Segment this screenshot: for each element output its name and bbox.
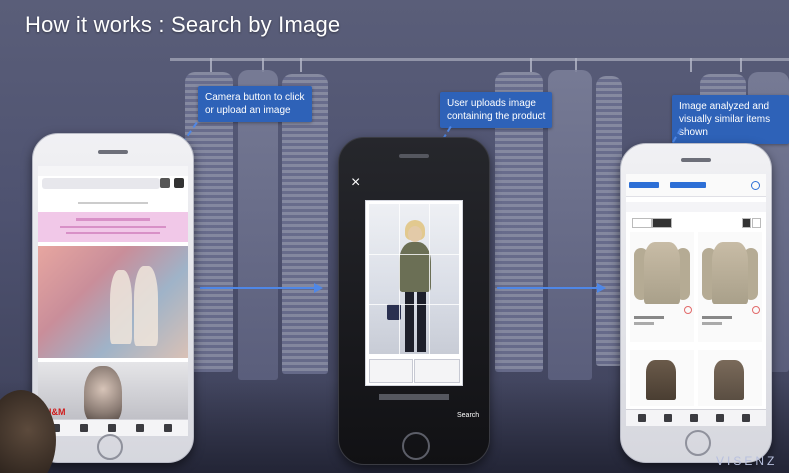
hanger-hook <box>740 58 742 72</box>
back-button[interactable] <box>629 182 659 188</box>
crop-option-button[interactable] <box>414 359 460 383</box>
portrait-face <box>84 366 122 424</box>
heart-icon[interactable] <box>752 306 760 314</box>
person-jacket <box>399 242 431 292</box>
brand-logo-text: VISENZ <box>716 454 778 468</box>
filter-bar[interactable] <box>626 202 766 212</box>
product-card[interactable] <box>630 232 694 342</box>
callout-user-uploads: User uploads image containing the produc… <box>440 92 553 128</box>
slide: How it works : Search by Image Camera bu… <box>0 0 789 473</box>
results-header <box>626 174 766 197</box>
more-icon[interactable] <box>742 414 750 422</box>
search-link[interactable]: Search <box>457 412 479 419</box>
product-price <box>634 322 654 325</box>
crop-grid-line <box>369 304 459 305</box>
home-icon[interactable] <box>638 414 646 422</box>
crop-grid-line <box>429 204 430 354</box>
callout-line: Image analyzed and <box>679 101 770 112</box>
person-head <box>408 226 422 242</box>
hanger-hook <box>210 58 212 72</box>
crop-grid-line <box>399 204 400 354</box>
callout-line: or upload an image <box>205 105 291 116</box>
results-title <box>670 182 706 188</box>
flow-arrow-head <box>597 283 606 293</box>
list-view-icon[interactable] <box>752 218 761 228</box>
camera-icon[interactable] <box>174 178 184 188</box>
search-bar[interactable] <box>42 178 160 189</box>
background-shirt <box>548 70 592 380</box>
phone-results <box>620 143 772 463</box>
status-bar <box>38 166 188 176</box>
promo-banner-text <box>76 218 150 221</box>
phone-home-button[interactable] <box>97 434 123 460</box>
close-icon[interactable]: × <box>351 174 360 192</box>
crop-grid-line <box>369 254 459 255</box>
callout-line: Camera button to click <box>205 92 305 103</box>
product-image <box>646 360 676 400</box>
phone-screen <box>38 166 188 436</box>
product-name <box>702 316 732 319</box>
product-jacket-image <box>712 242 748 304</box>
promo-banner-text <box>60 226 166 228</box>
callout-image-analyzed: Image analyzed and visually similar item… <box>672 95 789 144</box>
camera-icon[interactable] <box>664 414 672 422</box>
more-icon[interactable] <box>164 424 172 432</box>
callout-line: visually similar items shown <box>679 114 771 138</box>
product-card[interactable] <box>698 350 762 406</box>
crop-frame[interactable] <box>365 200 463 386</box>
crop-caption <box>379 394 449 400</box>
callout-line: containing the product <box>447 111 546 122</box>
promo-banner-text <box>66 232 160 234</box>
hanger-hook <box>530 58 532 72</box>
view-toggle-active[interactable] <box>652 218 672 228</box>
phone-screen <box>626 174 766 426</box>
product-card[interactable] <box>698 232 762 342</box>
menu-icon[interactable] <box>160 178 170 188</box>
grid-view-icon[interactable] <box>742 218 751 228</box>
uploaded-photo <box>369 204 459 354</box>
phone-speaker <box>399 154 429 158</box>
heart-icon[interactable] <box>108 424 116 432</box>
callout-camera-button: Camera button to click or upload an imag… <box>198 86 312 122</box>
flow-arrow-head <box>314 283 323 293</box>
background-shirt <box>596 76 622 366</box>
flow-arrow-line <box>200 287 314 289</box>
product-jacket-image <box>644 242 680 304</box>
hanger-hook <box>690 58 692 72</box>
product-price <box>702 322 722 325</box>
hero-model-figure <box>134 266 158 346</box>
flow-arrow-line <box>497 287 597 289</box>
phone-home-button[interactable] <box>685 430 711 456</box>
view-toggle[interactable] <box>632 218 652 228</box>
promo-text-line <box>78 202 148 204</box>
product-name <box>634 316 664 319</box>
person-leg <box>405 292 414 352</box>
slide-title: How it works : Search by Image <box>25 12 341 37</box>
callout-line: User uploads image <box>447 98 536 109</box>
phone-home-button[interactable] <box>402 432 430 460</box>
search-icon[interactable] <box>751 181 760 190</box>
product-image <box>714 360 744 400</box>
bag-icon[interactable] <box>716 414 724 422</box>
product-card[interactable] <box>630 350 694 406</box>
hanger-hook <box>300 58 302 72</box>
tab-bar <box>626 409 766 426</box>
phone-speaker <box>98 150 128 154</box>
phone-photo-upload: × Search <box>338 137 490 465</box>
hero-model-figure <box>110 270 132 344</box>
phone-retailer-app: H&M <box>32 133 194 463</box>
heart-icon[interactable] <box>690 414 698 422</box>
phone-speaker <box>681 158 711 162</box>
crop-option-button[interactable] <box>369 359 413 383</box>
bag-icon[interactable] <box>136 424 144 432</box>
camera-icon[interactable] <box>80 424 88 432</box>
person-leg <box>417 292 426 352</box>
heart-icon[interactable] <box>684 306 692 314</box>
